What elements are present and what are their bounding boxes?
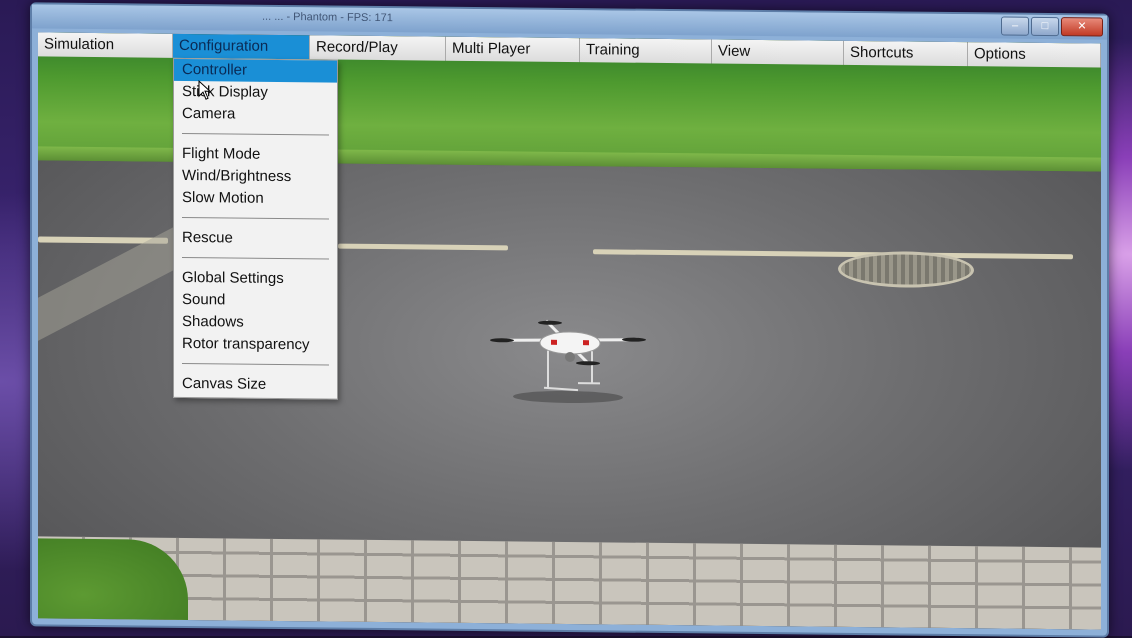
menu-multi-player[interactable]: Multi Player [446, 37, 580, 62]
menu-record-play[interactable]: Record/Play [310, 35, 446, 60]
minimize-icon[interactable]: – [1001, 17, 1029, 36]
menu-item-shadows[interactable]: Shadows [174, 311, 337, 335]
menu-item-rotor-transparency[interactable]: Rotor transparency [174, 333, 337, 357]
menu-item-sound[interactable]: Sound [174, 289, 337, 313]
menu-item-wind-brightness[interactable]: Wind/Brightness [174, 165, 337, 189]
lane-marking [593, 249, 1073, 259]
menu-item-flight-mode[interactable]: Flight Mode [174, 143, 337, 167]
quadcopter-drone [488, 312, 648, 404]
menu-item-controller[interactable]: Controller [174, 59, 337, 83]
menu-view[interactable]: View [712, 39, 844, 64]
menu-item-canvas-size[interactable]: Canvas Size [174, 373, 337, 397]
menu-item-slow-motion[interactable]: Slow Motion [174, 187, 337, 211]
simulation-viewport[interactable]: Simulation Configuration Record/Play Mul… [38, 32, 1101, 629]
menu-separator [182, 257, 329, 260]
configuration-dropdown: Controller Stick Display Camera Flight M… [173, 58, 338, 400]
menu-options[interactable]: Options [968, 42, 1101, 67]
menu-simulation[interactable]: Simulation [38, 32, 173, 57]
simulator-window: ... ... - Phantom - FPS: 171 – □ ✕ [30, 2, 1109, 637]
close-icon[interactable]: ✕ [1061, 17, 1103, 36]
menu-configuration[interactable]: Configuration [173, 34, 310, 59]
window-title: ... ... - Phantom - FPS: 171 [262, 11, 393, 24]
menu-separator [182, 217, 329, 220]
menu-item-rescue[interactable]: Rescue [174, 227, 337, 251]
maximize-icon[interactable]: □ [1031, 17, 1059, 36]
menu-shortcuts[interactable]: Shortcuts [844, 41, 968, 66]
menu-separator [182, 133, 329, 136]
paving-stones [38, 536, 1101, 629]
manhole-cover [838, 251, 974, 288]
menu-separator [182, 363, 329, 366]
lane-marking [338, 244, 508, 251]
menu-training[interactable]: Training [580, 38, 712, 63]
mouse-pointer-icon [198, 80, 212, 100]
window-controls: – □ ✕ [1001, 17, 1103, 37]
menu-item-global-settings[interactable]: Global Settings [174, 267, 337, 291]
menu-item-camera[interactable]: Camera [174, 103, 337, 127]
